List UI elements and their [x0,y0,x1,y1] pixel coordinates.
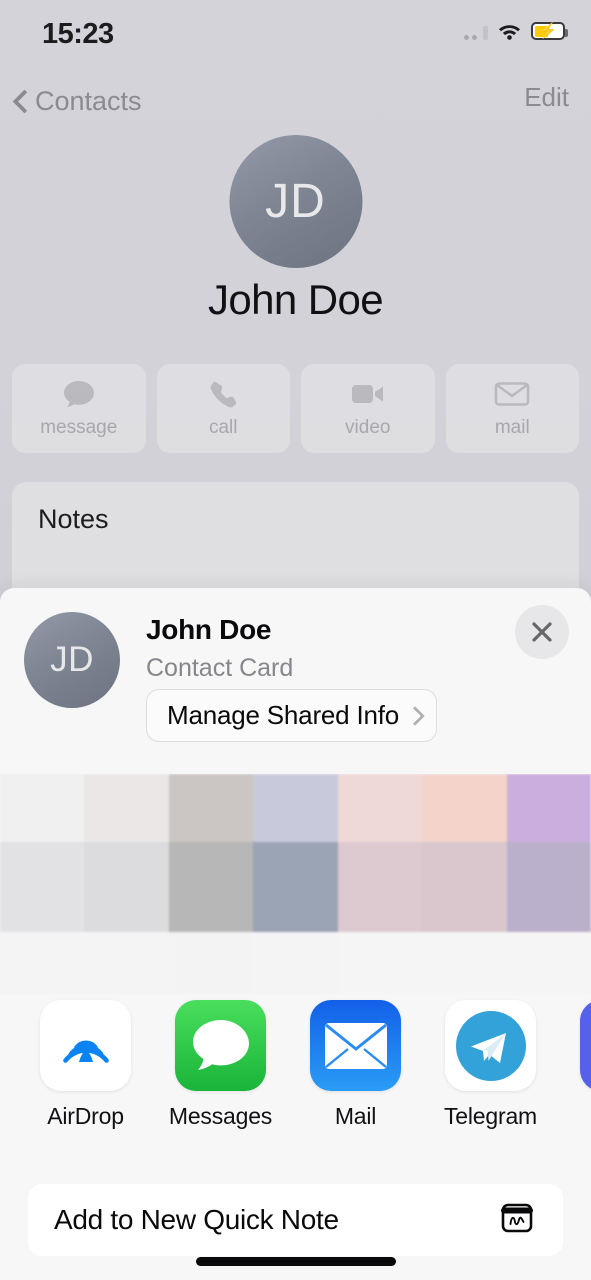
suggestion-cell [337,932,423,994]
call-action-label: call [208,417,238,438]
add-to-new-quick-note-label: Add to New Quick Note [54,1204,339,1235]
contact-detail-screen: 15:23 ⚡ Contacts Edit JD John Doe messag… [0,0,591,600]
mail-icon [310,1000,401,1091]
suggestion-cell [168,932,254,994]
video-camera-icon [350,378,386,410]
close-icon [532,622,552,642]
contact-avatar-initials: JD [265,175,326,228]
suggestion-cell [0,774,85,842]
share-actions-list: Add to New Quick Note [28,1184,563,1256]
telegram-icon [445,1000,536,1091]
share-app-mail[interactable]: Mail [288,1000,423,1130]
manage-shared-info-button[interactable]: Manage Shared Info [146,689,438,742]
suggestion-cell [84,774,169,842]
share-app-label: Telegram [444,1103,537,1129]
back-button-label: Contacts [35,85,142,116]
cellular-signal-icon [464,22,488,40]
chevron-right-icon [408,706,419,725]
message-action-button[interactable]: message [12,364,146,453]
suggestion-cell [253,842,338,932]
quick-note-icon [497,1198,537,1243]
share-app-label: AirDrop [47,1103,124,1129]
contact-avatar: JD [229,135,362,268]
message-action-label: message [40,417,118,438]
share-app-label: Messages [168,1103,273,1129]
share-app-label: Mail [334,1103,377,1129]
share-app-airdrop[interactable]: AirDrop [0,986,153,1130]
suggestion-cell [253,774,338,842]
video-action-label: video [345,417,391,438]
suggestion-cell [337,842,423,932]
navigation-bar: Contacts Edit [0,78,591,132]
suggested-recipients-strip[interactable] [0,774,591,994]
messages-icon [175,1000,266,1091]
notes-card[interactable]: Notes [12,482,579,600]
share-app-messages[interactable]: Messages [153,1000,288,1130]
suggestion-cell [422,774,507,842]
suggestion-cell [0,842,85,932]
suggestion-cell [84,842,169,932]
contact-action-row: message call video mail [12,364,579,453]
video-action-button[interactable]: video [301,364,435,453]
suggestion-cell [506,774,591,842]
share-app-d[interactable]: D [558,1000,591,1130]
suggestion-color-grid [0,774,591,994]
envelope-icon [494,378,530,410]
suggestion-cell [84,932,169,994]
notes-label: Notes [38,504,109,534]
status-bar: 15:23 ⚡ [0,0,591,62]
status-bar-time: 15:23 [42,18,114,50]
status-bar-indicators: ⚡ [464,22,568,40]
chevron-left-icon [14,89,28,113]
wifi-icon [497,22,522,40]
share-app-row[interactable]: AirDrop Messages Mail Telegram D [0,986,591,1150]
edit-button[interactable]: Edit [524,82,569,113]
message-bubble-icon [62,378,96,410]
suggestion-cell [0,932,85,994]
mail-action-button[interactable]: mail [445,364,579,453]
suggestion-cell [168,774,254,842]
suggestion-cell [422,932,507,994]
close-button[interactable] [515,605,569,659]
airdrop-icon [40,1000,131,1091]
suggestion-cell [506,842,591,932]
share-sheet: JD John Doe Contact Card Manage Shared I… [0,588,591,1280]
add-to-new-quick-note-row[interactable]: Add to New Quick Note [28,1184,563,1256]
mail-action-label: mail [494,417,530,438]
call-action-button[interactable]: call [156,364,290,453]
back-to-contacts-button[interactable]: Contacts [14,78,142,124]
suggestion-cell [422,842,507,932]
discord-icon [580,1000,591,1091]
suggestion-cell [337,774,423,842]
battery-charging-icon: ⚡ [531,22,568,40]
suggestion-cell [168,842,254,932]
share-app-telegram[interactable]: Telegram [423,1000,558,1130]
share-item-avatar: JD [24,612,120,708]
suggestion-cell [506,932,591,994]
suggestion-cell [253,932,338,994]
share-item-avatar-initials: JD [50,640,94,679]
share-sheet-header: JD John Doe Contact Card Manage Shared I… [0,588,591,774]
manage-shared-info-label: Manage Shared Info [167,700,400,730]
share-item-subtitle: Contact Card [146,654,294,682]
home-indicator [195,1257,396,1266]
contact-name: John Doe [208,276,384,323]
phone-icon [208,378,238,410]
share-item-title: John Doe [146,614,272,645]
